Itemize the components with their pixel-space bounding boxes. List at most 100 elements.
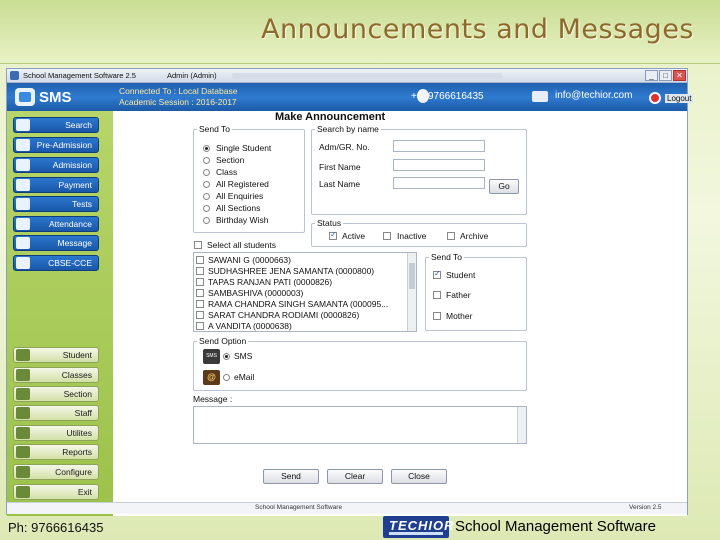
clear-button[interactable]: Clear [327,469,383,484]
close-window-button[interactable]: ✕ [673,70,686,81]
send-to-student-checkbox[interactable] [433,269,441,279]
student-checkbox[interactable] [196,256,204,264]
list-item[interactable]: A VANDITA (0000638) [196,321,406,331]
list-item[interactable]: RAMA CHANDRA SINGH SAMANTA (000095... [196,299,406,309]
student-checkbox[interactable] [196,311,204,319]
footer-title: School Management Software [455,518,656,535]
reports-icon [16,446,30,458]
sidebar-item-admission[interactable]: Admission [13,157,99,173]
sidebar-item-tests[interactable]: Tests [13,196,99,212]
pre-admission-icon [16,139,30,151]
status-label: Status [315,218,344,228]
sms-icon: SMS [203,349,220,364]
sidebar-item-staff[interactable]: Staff [13,405,99,421]
session-text: Academic Session : 2016-2017 [119,97,237,107]
sidebar-item-section[interactable]: Section [13,386,99,402]
student-checkbox[interactable] [196,278,204,286]
select-all-checkbox[interactable] [194,241,202,249]
sidebar-item-payment[interactable]: Payment [13,177,99,193]
radio-sms[interactable] [223,353,230,360]
list-item[interactable]: SUDHASHREE JENA SAMANTA (0000800) [196,266,406,276]
send-option-group [193,341,527,391]
list-item[interactable]: SAMBASHIVA (0000003) [196,288,406,298]
radio-label: All Registered [216,179,269,189]
connected-text: Connected To : Local Database [119,86,238,96]
student-checkbox[interactable] [196,267,204,275]
exit-icon [16,486,30,498]
send-button[interactable]: Send [263,469,319,484]
app-icon [10,71,19,80]
form-title: Make Announcement [275,111,386,123]
message-textarea[interactable] [193,406,527,444]
student-checkbox[interactable] [196,300,204,308]
sidebar-item-pre-admission[interactable]: Pre-Admission [13,137,99,153]
sidebar-item-utilities[interactable]: Utilites [13,425,99,441]
sidebar-item-message[interactable]: Message [13,235,99,251]
sidebar-item-search[interactable]: Search [13,117,99,133]
message-scrollbar[interactable] [517,407,526,443]
adm-no-label: Adm/GR. No. [319,142,370,152]
list-item[interactable]: TAPAS RANJAN PATI (0000826) [196,277,406,287]
minimize-button[interactable]: _ [645,70,658,81]
titlebar-blurred-text [232,73,502,79]
sidebar-item-attendance[interactable]: Attendance [13,216,99,232]
email-option-label: eMail [234,372,255,382]
close-button[interactable]: Close [391,469,447,484]
sidebar-item-reports[interactable]: Reports [13,444,99,460]
logo-text: TECHIOR [389,518,455,533]
radio-class[interactable] [203,169,210,176]
sidebar-item-cbse-cce[interactable]: CBSE-CCE [13,255,99,271]
radio-email[interactable] [223,374,230,381]
student-name: TAPAS RANJAN PATI (0000826) [208,277,333,287]
radio-all-enquiries[interactable] [203,193,210,200]
go-button[interactable]: Go [489,179,519,194]
sidebar-item-configure[interactable]: Configure [13,464,99,480]
status-archive-checkbox[interactable] [447,232,455,240]
window-titlebar[interactable]: School Management Software 2.5 Admin (Ad… [7,69,687,83]
first-name-label: First Name [319,162,361,172]
student-name: RAMA CHANDRA SINGH SAMANTA (000095... [208,299,389,309]
radio-all-sections[interactable] [203,205,210,212]
logout-icon[interactable] [649,92,661,104]
student-checkbox[interactable] [196,322,204,330]
radio-single-student[interactable] [203,145,210,152]
attendance-icon [16,218,30,230]
configure-icon [16,466,30,478]
radio-all-registered[interactable] [203,181,210,188]
slide-header: Announcements and Messages [0,0,720,64]
student-name: A VANDITA (0000638) [208,321,292,331]
status-inactive-checkbox[interactable] [383,232,391,240]
last-name-input[interactable] [393,177,485,189]
radio-label: Birthday Wish [216,215,269,225]
student-name: SUDHASHREE JENA SAMANTA (0000800) [208,266,375,276]
header-email[interactable]: info@techior.com [555,90,632,101]
status-left: School Management Software [255,504,343,511]
select-all-label: Select all students [207,240,276,250]
radio-section[interactable] [203,157,210,164]
status-version: Version 2.5 [629,504,662,511]
techior-logo: TECHIOR [383,516,454,538]
status-active-checkbox[interactable] [329,230,337,240]
list-item[interactable]: SAWANI G (0000663) [196,255,406,265]
radio-birthday-wish[interactable] [203,217,210,224]
sidebar-item-classes[interactable]: Classes [13,367,99,383]
logout-button[interactable]: Logout [665,94,694,103]
cbse-icon [16,257,30,269]
radio-label: Class [216,167,238,177]
scrollbar-thumb[interactable] [409,263,415,289]
adm-no-input[interactable] [393,140,485,152]
sidebar: Search Pre-Admission Admission Payment T… [7,111,113,516]
student-list[interactable]: SAWANI G (0000663) SUDHASHREE JENA SAMAN… [193,252,417,332]
list-item[interactable]: SARAT CHANDRA RODIAMI (0000826) [196,310,406,320]
send-to-mother-checkbox[interactable] [433,312,441,320]
maximize-button[interactable]: □ [659,70,672,81]
student-checkbox[interactable] [196,289,204,297]
sidebar-item-exit[interactable]: Exit [13,484,99,500]
send-to-father-checkbox[interactable] [433,291,441,299]
sidebar-item-student[interactable]: Student [13,347,99,363]
app-window: School Management Software 2.5 Admin (Ad… [6,68,694,516]
student-list-scrollbar[interactable] [407,253,416,331]
first-name-input[interactable] [393,159,485,171]
logo-underline [389,532,443,535]
search-by-name-label: Search by name [315,124,381,134]
